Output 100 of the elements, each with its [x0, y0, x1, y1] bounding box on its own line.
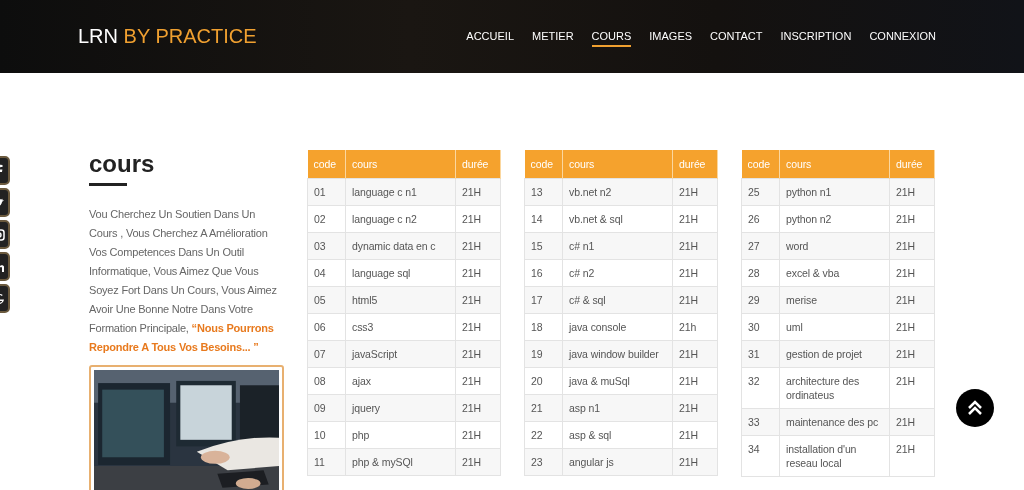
table-cell: language sql: [345, 259, 456, 287]
table-cell: gestion de projet: [779, 340, 890, 368]
nav-link[interactable]: IMAGES: [649, 26, 693, 47]
table-cell: angular js: [562, 448, 673, 476]
table-cell: 21H: [672, 421, 718, 449]
table-cell: asp n1: [562, 394, 673, 422]
table-cell: 34: [741, 435, 780, 477]
table-cell: c# n1: [562, 232, 673, 260]
table-cell: 21H: [889, 205, 935, 233]
table-cell: merise: [779, 286, 890, 314]
table-cell: 10: [307, 421, 346, 449]
table-cell: vb.net & sql: [562, 205, 673, 233]
table-cell: 23: [524, 448, 563, 476]
column-header: code: [524, 150, 563, 179]
table-cell: 15: [524, 232, 563, 260]
table-cell: 21H: [889, 367, 935, 409]
table-cell: 21H: [455, 259, 501, 287]
table-cell: c# n2: [562, 259, 673, 287]
nav-link[interactable]: COURS: [591, 26, 632, 47]
nav-link[interactable]: CONNEXION: [869, 26, 936, 47]
nav-link[interactable]: INSCRIPTION: [780, 26, 852, 47]
nav-link[interactable]: ACCUEIL: [466, 26, 514, 47]
table-cell: language c n2: [345, 205, 456, 233]
table-cell: 21H: [455, 367, 501, 395]
table-cell: php & mySQl: [345, 448, 456, 476]
back-to-top-button[interactable]: [956, 389, 994, 427]
column-header: code: [741, 150, 780, 179]
table-cell: php: [345, 421, 456, 449]
table-cell: 13: [524, 178, 563, 206]
table-cell: 17: [524, 286, 563, 314]
table-cell: c# & sql: [562, 286, 673, 314]
table-cell: 21H: [455, 421, 501, 449]
table-cell: 21H: [889, 259, 935, 287]
table-cell: css3: [345, 313, 456, 341]
table-cell: 32: [741, 367, 780, 409]
table-cell: maintenance des pc: [779, 408, 890, 436]
table-cell: word: [779, 232, 890, 260]
table-cell: language c n1: [345, 178, 456, 206]
table-cell: uml: [779, 313, 890, 341]
table-cell: 21H: [455, 313, 501, 341]
table-cell: 01: [307, 178, 346, 206]
table-cell: excel & vba: [779, 259, 890, 287]
table-cell: 31: [741, 340, 780, 368]
section-title: cours: [89, 150, 156, 178]
double-chevron-up-icon: [966, 399, 984, 417]
table-cell: 27: [741, 232, 780, 260]
table-cell: 19: [524, 340, 563, 368]
table-cell: architecture des ordinateus: [779, 367, 890, 409]
table-cell: 05: [307, 286, 346, 314]
table-cell: 09: [307, 394, 346, 422]
table-cell: python n2: [779, 205, 890, 233]
table-cell: 02: [307, 205, 346, 233]
table-cell: 21h: [672, 313, 718, 341]
table-cell: 07: [307, 340, 346, 368]
table-cell: asp & sql: [562, 421, 673, 449]
column-header: durée: [455, 150, 501, 179]
table-cell: installation d'un reseau local: [779, 435, 890, 477]
table-cell: 26: [741, 205, 780, 233]
table-cell: dynamic data en c: [345, 232, 456, 260]
table-cell: 21H: [455, 178, 501, 206]
table-cell: jquery: [345, 394, 456, 422]
table-cell: 22: [524, 421, 563, 449]
table-cell: 33: [741, 408, 780, 436]
table-cell: 29: [741, 286, 780, 314]
column-header: durée: [889, 150, 935, 179]
table-cell: 21H: [889, 178, 935, 206]
table-cell: java window builder: [562, 340, 673, 368]
table-cell: 03: [307, 232, 346, 260]
table-cell: 21H: [672, 205, 718, 233]
table-cell: 30: [741, 313, 780, 341]
table-cell: html5: [345, 286, 456, 314]
table-cell: 14: [524, 205, 563, 233]
column-header: cours: [779, 150, 890, 179]
column-header: cours: [562, 150, 673, 179]
site-logo[interactable]: LRN BY PRACTICE: [78, 25, 257, 48]
table-cell: python n1: [779, 178, 890, 206]
table-cell: 11: [307, 448, 346, 476]
table-cell: 21H: [672, 178, 718, 206]
table-cell: 25: [741, 178, 780, 206]
table-cell: 21H: [889, 435, 935, 477]
table-cell: 18: [524, 313, 563, 341]
table-cell: 21H: [672, 367, 718, 395]
table-cell: 21H: [889, 313, 935, 341]
table-cell: java console: [562, 313, 673, 341]
nav-link[interactable]: CONTACT: [710, 26, 763, 47]
table-cell: 28: [741, 259, 780, 287]
table-cell: ajax: [345, 367, 456, 395]
table-cell: vb.net n2: [562, 178, 673, 206]
column-header: code: [307, 150, 346, 179]
column-header: durée: [672, 150, 718, 179]
table-cell: 21H: [672, 259, 718, 287]
table-cell: 04: [307, 259, 346, 287]
table-cell: java & muSql: [562, 367, 673, 395]
table-cell: javaScript: [345, 340, 456, 368]
nav-link[interactable]: METIER: [532, 26, 574, 47]
table-cell: 16: [524, 259, 563, 287]
table-cell: 21H: [455, 205, 501, 233]
table-cell: 20: [524, 367, 563, 395]
table-cell: 21: [524, 394, 563, 422]
column-header: cours: [345, 150, 456, 179]
